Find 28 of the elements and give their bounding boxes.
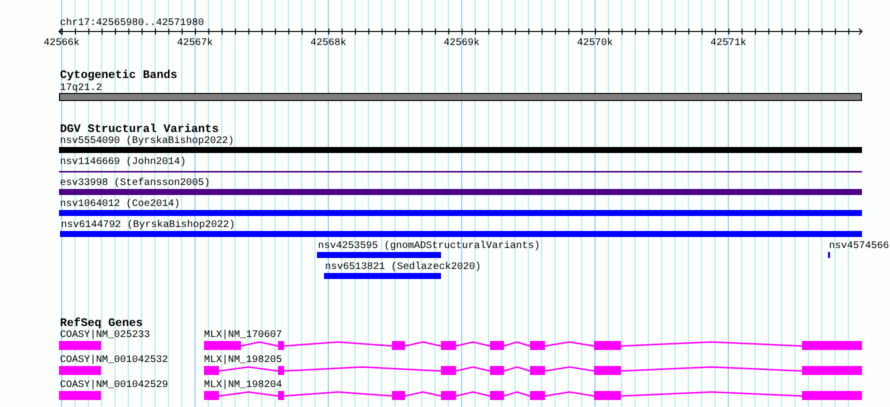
gene-label: COASY|NM_001042529	[60, 380, 168, 391]
variant-label: nsv6513821 (Sedlazeck2020)	[325, 262, 482, 273]
ruler-label: 42570k	[577, 38, 613, 49]
ruler-label: 42568k	[310, 38, 346, 49]
variant-label: nsv1064012 (Coe2014)	[60, 199, 180, 210]
gene-model	[59, 391, 101, 400]
gene-label: COASY|NM_001042532	[60, 355, 168, 366]
ruler-label: 42569k	[444, 38, 480, 49]
gene-model	[59, 341, 101, 350]
gene-label: COASY|NM_025233	[60, 330, 150, 341]
variant-label: nsv4253595 (gnomADStructuralVariants)	[318, 241, 540, 252]
variant-label: nsv1146669 (John2014)	[60, 157, 186, 168]
track-title: DGV Structural Variants	[60, 123, 219, 136]
band-label: 17q21.2	[60, 83, 102, 94]
track-title: RefSeq Genes	[60, 317, 143, 330]
ruler-label: 42566k	[44, 38, 80, 49]
gene-label: MLX|NM_170607	[204, 330, 282, 341]
location-label: chr17:42565980..42571980	[60, 18, 204, 29]
gene-label: MLX|NM_198204	[204, 380, 282, 391]
variant-label: nsv4574566	[829, 241, 890, 252]
variant-label: nsv6144792 (ByrskaBishop2022)	[61, 220, 236, 231]
track-title: Cytogenetic Bands	[60, 69, 178, 82]
variant-label: nsv5554090 (ByrskaBishop2022)	[60, 136, 234, 147]
gene-model	[59, 366, 101, 375]
variant-label: esv33998 (Stefansson2005)	[60, 178, 210, 189]
ruler-label: 42567k	[177, 38, 213, 49]
ruler-label: 42571k	[710, 38, 746, 49]
gene-label: MLX|NM_198205	[204, 355, 282, 366]
